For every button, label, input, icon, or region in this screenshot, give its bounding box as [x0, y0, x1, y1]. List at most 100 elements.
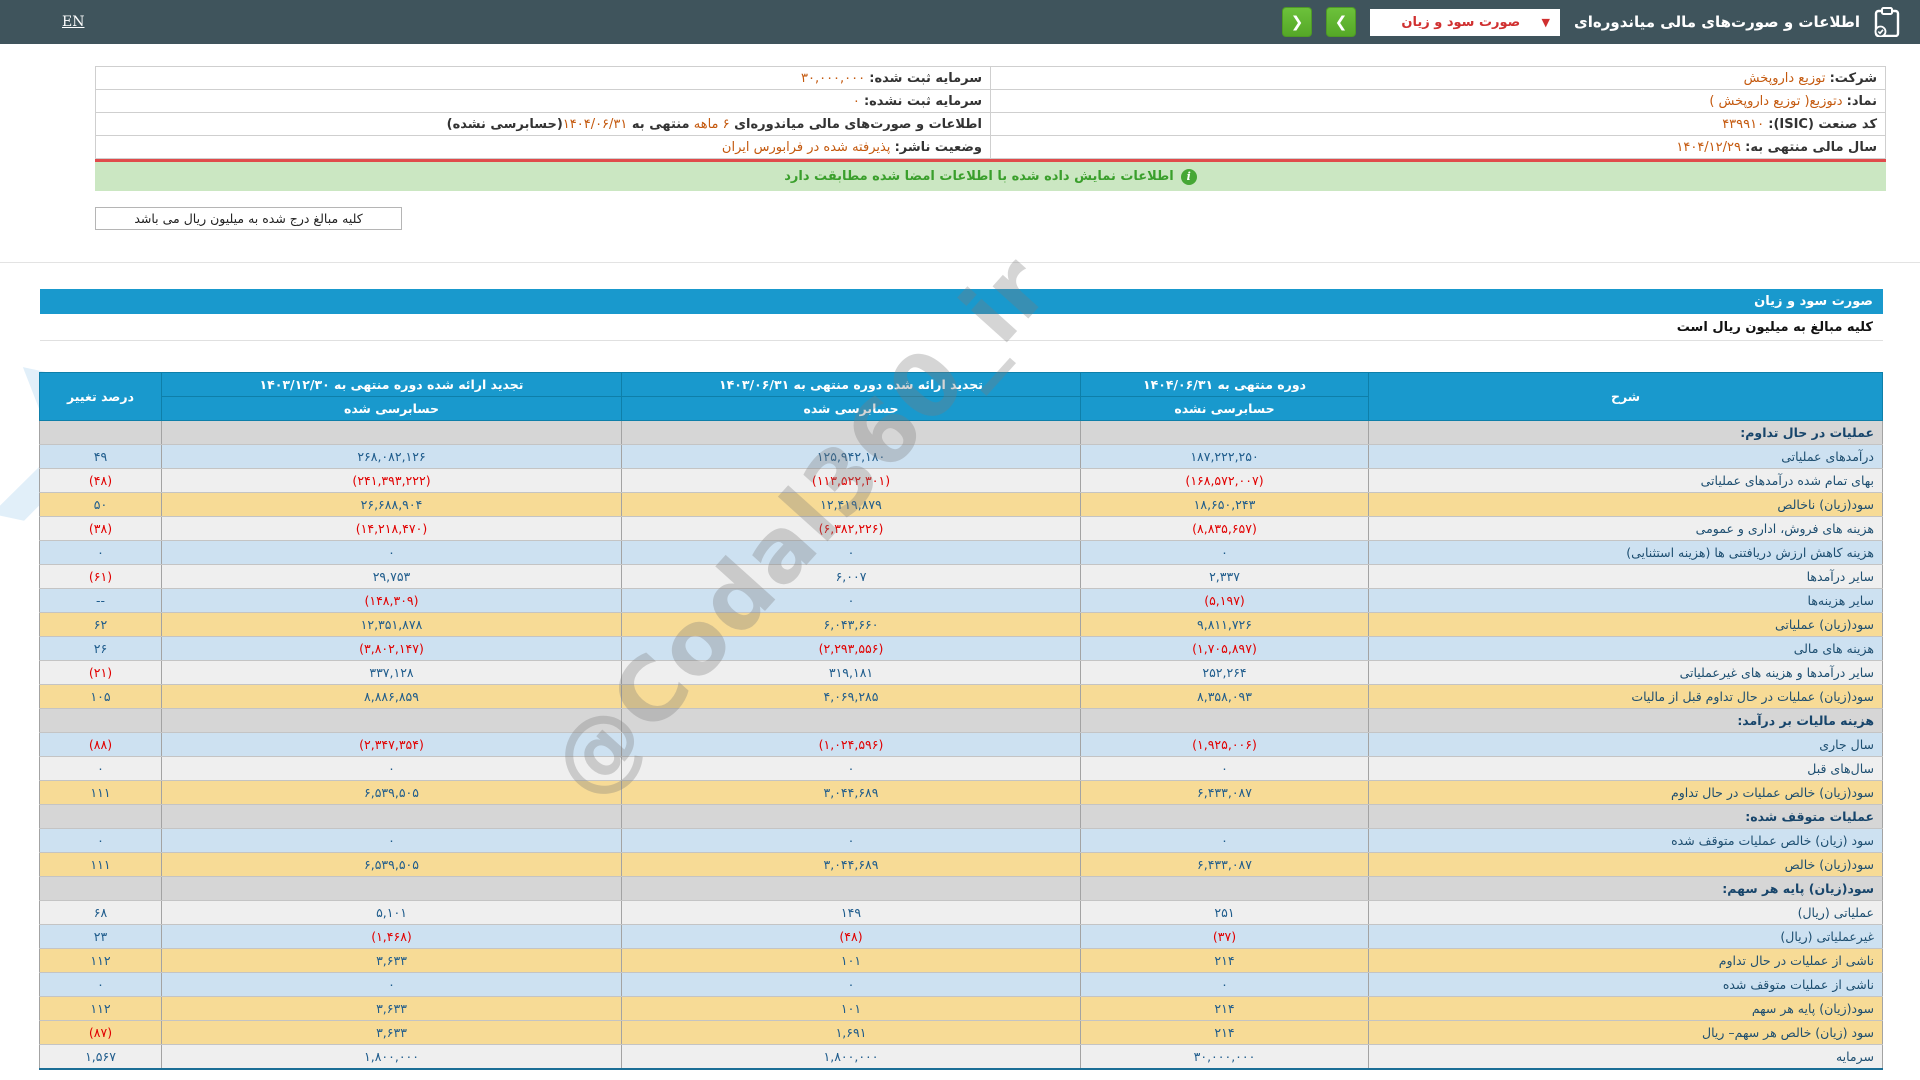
cell-value: ۲,۳۳۷: [1080, 564, 1369, 589]
cell-value: (۱,۹۲۵,۰۰۶): [1080, 732, 1369, 757]
cell-value: ۳۳۷,۱۲۸: [161, 660, 622, 685]
row-label: عملیات در حال تداوم:: [1368, 420, 1883, 445]
cell-value: ۲۵۲,۲۶۴: [1080, 660, 1369, 685]
cell-value: ۴,۰۶۹,۲۸۵: [621, 684, 1081, 709]
cell-value: ۱۴۹: [621, 900, 1081, 925]
report-type-dropdown[interactable]: ▼ صورت سود و زیان: [1370, 8, 1561, 36]
company-cell: شرکت: توزیع داروپخش: [990, 66, 1886, 90]
symbol-cell: نماد: دتوزیع( توزیع داروپخش ): [990, 89, 1886, 113]
section-row: عملیات متوقف شده:: [39, 804, 1883, 829]
cell-value: [39, 804, 162, 829]
fiscal-year-label: سال مالی منتهی به:: [1745, 139, 1877, 155]
isic-code-label: کد صنعت (ISIC):: [1768, 116, 1877, 132]
english-language-link[interactable]: EN: [62, 14, 84, 30]
registered-capital-cell: سرمایه ثبت شده: ۳۰,۰۰۰,۰۰۰: [95, 66, 991, 90]
row-label: سود(زیان) ناخالص: [1368, 492, 1883, 517]
period-audit-status: (حسابرسی نشده): [446, 116, 563, 132]
table-row: هزینه های مالی (۱,۷۰۵,۸۹۷) (۲,۲۹۳,۵۵۶) (۳,۸…: [39, 636, 1883, 661]
cell-value: [161, 876, 622, 901]
cell-value: ۰: [621, 828, 1081, 853]
table-row: ناشی از عملیات در حال تداوم ۲۱۴ ۱۰۱ ۳,۶۳۳ ۱۱…: [39, 948, 1883, 973]
registered-capital-value: ۳۰,۰۰۰,۰۰۰: [801, 70, 866, 86]
table-row: کد صنعت (ISIC): ۴۳۹۹۱۰ اطلاعات و صورت‌ها…: [95, 112, 1886, 136]
cell-value: ۱۸۷,۲۲۲,۲۵۰: [1080, 444, 1369, 469]
cell-value: (۱۴۸,۳۰۹): [161, 588, 622, 613]
row-label: ناشی از عملیات متوقف شده: [1368, 972, 1883, 997]
row-label: سال‌های قبل: [1368, 756, 1883, 781]
cell-value: [1080, 876, 1369, 901]
table-row: سود (زیان) خالص هر سهم– ریال ۲۱۴ ۱,۶۹۱ ۳,۶۳…: [39, 1020, 1883, 1045]
table-row: شرکت: توزیع داروپخش سرمایه ثبت شده: ۳۰,۰…: [95, 66, 1886, 90]
row-label: عملیات متوقف شده:: [1368, 804, 1883, 829]
column-header-description: شرح: [1368, 372, 1883, 421]
next-report-button[interactable]: ❯: [1326, 7, 1357, 37]
isic-code-cell: کد صنعت (ISIC): ۴۳۹۹۱۰: [990, 112, 1886, 136]
table-row: هزینه های فروش، اداری و عمومی (۸,۸۳۵,۶۵۷)…: [39, 516, 1883, 541]
cell-value: (۲,۲۹۳,۵۵۶): [621, 636, 1081, 661]
row-label: هزینه های مالی: [1368, 636, 1883, 661]
row-label: سود(زیان) خالص عملیات در حال تداوم: [1368, 780, 1883, 805]
cell-value: [161, 420, 622, 445]
audit-status-midyear: حسابرسی شده: [621, 396, 1081, 421]
cell-value: (۳۷): [1080, 924, 1369, 949]
table-row: سود(زیان) عملیات در حال تداوم قبل از مال…: [39, 684, 1883, 709]
row-label: درآمدهای عملیاتی: [1368, 444, 1883, 469]
row-label: سود(زیان) عملیاتی: [1368, 612, 1883, 637]
cell-value: --: [39, 588, 162, 613]
cell-value: [39, 420, 162, 445]
cell-value: [1080, 708, 1369, 733]
cell-value: [161, 804, 622, 829]
column-header-restated-yearend: تجدید ارائه شده دوره منتهی به ۱۴۰۳/۱۲/۳۰: [161, 372, 622, 397]
cell-value: ۱۲,۴۱۹,۸۷۹: [621, 492, 1081, 517]
report-type-selected-value: صورت سود و زیان: [1401, 14, 1521, 30]
section-row: عملیات در حال تداوم:: [39, 420, 1883, 445]
company-value: توزیع داروپخش: [1743, 70, 1826, 86]
cell-value: ۶,۴۳۳,۰۸۷: [1080, 852, 1369, 877]
table-row: سود (زیان) خالص عملیات متوقف شده ۰ ۰ ۰ ۰: [39, 828, 1883, 853]
previous-report-button[interactable]: ❮: [1282, 7, 1313, 37]
cell-value: ۱,۶۹۱: [621, 1020, 1081, 1045]
row-label: ناشی از عملیات در حال تداوم: [1368, 948, 1883, 973]
cell-value: (۱۴,۲۱۸,۴۷۰): [161, 516, 622, 541]
table-row: نماد: دتوزیع( توزیع داروپخش ) سرمایه ثبت…: [95, 89, 1886, 113]
units-note-row: کلیه مبالغ به میلیون ریال است: [40, 314, 1883, 341]
row-label: غیرعملیاتی (ریال): [1368, 924, 1883, 949]
cell-value: ۱۱۱: [39, 852, 162, 877]
cell-value: ۵۰: [39, 492, 162, 517]
unregistered-capital-cell: سرمایه ثبت نشده: ۰: [95, 89, 991, 113]
cell-value: ۰: [39, 540, 162, 565]
cell-value: (۱,۴۶۸): [161, 924, 622, 949]
cell-value: [1080, 420, 1369, 445]
cell-value: ۰: [1080, 540, 1369, 565]
cell-value: ۳,۶۳۳: [161, 996, 622, 1021]
row-label: سود(زیان) پایه هر سهم:: [1368, 876, 1883, 901]
cell-value: ۶,۵۳۹,۵۰۵: [161, 852, 622, 877]
cell-value: ۰: [1080, 828, 1369, 853]
cell-value: ۱۲۵,۹۴۲,۱۸۰: [621, 444, 1081, 469]
cell-value: ۰: [621, 540, 1081, 565]
table-row: سال مالی منتهی به: ۱۴۰۴/۱۲/۲۹ وضعیت ناشر…: [95, 135, 1886, 159]
cell-value: [39, 708, 162, 733]
cell-value: ۶,۰۴۳,۶۶۰: [621, 612, 1081, 637]
signature-match-text: اطلاعات نمایش داده شده با اطلاعات امضا ش…: [784, 169, 1174, 184]
cell-value: ۰: [161, 828, 622, 853]
cell-value: ۰: [621, 588, 1081, 613]
cell-value: ۳,۶۳۳: [161, 1020, 622, 1045]
cell-value: ۰: [39, 828, 162, 853]
report-period-cell: اطلاعات و صورت‌های مالی میاندوره‌ای ۶ ما…: [95, 112, 991, 136]
cell-value: (۸,۸۳۵,۶۵۷): [1080, 516, 1369, 541]
row-label: سایر درآمدها و هزینه های غیرعملیاتی: [1368, 660, 1883, 685]
cell-value: (۲۴۱,۳۹۳,۲۲۲): [161, 468, 622, 493]
cell-value: ۶,۰۰۷: [621, 564, 1081, 589]
table-row: هزینه کاهش ارزش دریافتنی ها (هزینه استثن…: [39, 540, 1883, 565]
amounts-unit-note-box: کلیه مبالغ درج شده به میلیون ریال می باش…: [95, 207, 402, 230]
cell-value: ۱,۵۶۷: [39, 1044, 162, 1070]
company-info-block: شرکت: توزیع داروپخش سرمایه ثبت شده: ۳۰,۰…: [95, 66, 1886, 191]
cell-value: ۱۰۵: [39, 684, 162, 709]
table-row: سود(زیان) خالص ۶,۴۳۳,۰۸۷ ۳,۰۴۴,۶۸۹ ۶,۵۳۹,۵۰…: [39, 852, 1883, 877]
cell-value: (۴۸): [621, 924, 1081, 949]
page-title: اطلاعات و صورت‌های مالی میاندوره‌ای: [1574, 13, 1860, 31]
cell-value: ۲۱۴: [1080, 948, 1369, 973]
period-end-date: ۱۴۰۴/۰۶/۳۱: [562, 116, 628, 132]
registered-capital-label: سرمایه ثبت شده:: [869, 70, 982, 86]
